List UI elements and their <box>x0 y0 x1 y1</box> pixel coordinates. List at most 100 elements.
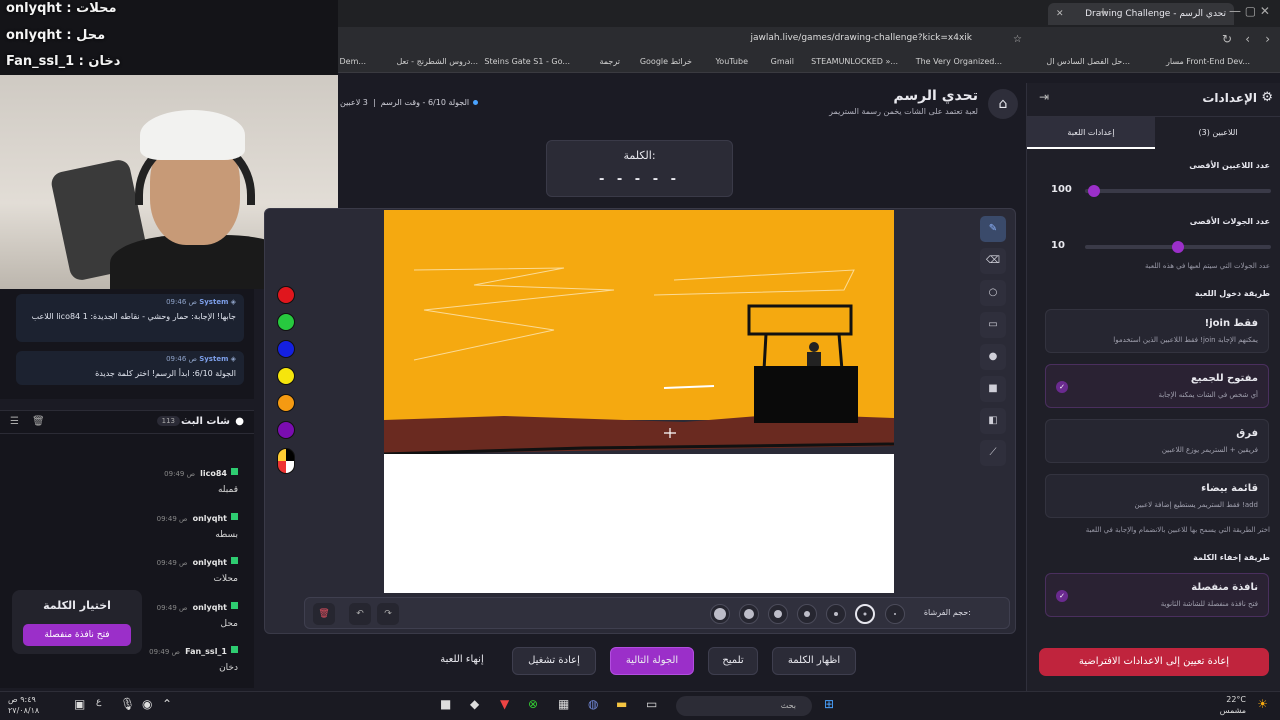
microphone-icon[interactable]: 🎙 <box>120 697 135 711</box>
bookmark-item[interactable]: دروس الشطرنج - تعل... <box>396 57 478 66</box>
color-picker[interactable] <box>277 448 295 474</box>
bookmark-item[interactable]: مسار Front-End Dev... <box>1166 57 1250 66</box>
check-icon: ✓ <box>1056 590 1068 602</box>
url-field[interactable]: jawlah.live/games/drawing-challenge?kick… <box>750 33 972 43</box>
reveal-word-button[interactable]: اظهار الكلمة <box>772 647 856 675</box>
tab-players[interactable]: اللاعبين (3) <box>1155 117 1280 149</box>
app-icon[interactable]: ■ <box>440 697 451 711</box>
chat-message: 09:49 ص onlyqht بسطه <box>128 506 238 540</box>
forward-icon[interactable]: ‹ <box>1245 32 1250 46</box>
color-orange[interactable] <box>277 394 295 412</box>
round-status: الجولة 6/10 - وقت الرسم <box>380 98 470 107</box>
language-icon[interactable]: ع <box>96 697 101 707</box>
entry-option-teams[interactable]: فرق فريقين + الستريمر يوزع اللاعبين <box>1045 419 1269 463</box>
bookmark-item[interactable]: Gmail <box>771 57 794 66</box>
filled-circle-icon[interactable]: ● <box>980 344 1006 370</box>
option-desc: فقط الستريمر يستطيع إضافة لاعبين !add <box>1134 501 1258 509</box>
file-explorer-icon[interactable]: ▬ <box>616 697 627 711</box>
kick-badge-icon <box>231 513 238 520</box>
bookmark-item[interactable]: The Very Organized... <box>916 57 1002 66</box>
menu-icon[interactable]: ☰ <box>10 416 19 427</box>
filled-rectangle-icon[interactable]: ■ <box>980 376 1006 402</box>
bookmark-item[interactable]: Steins Gate S1 - Go... <box>484 57 570 66</box>
entry-option-join[interactable]: !join فقط فقط اللاعبين الذين استخدموا !j… <box>1045 309 1269 353</box>
max-players-slider[interactable] <box>1085 185 1271 197</box>
pencil-icon[interactable]: ✎ <box>980 216 1006 242</box>
entry-option-open[interactable]: ✓ مفتوح للجميع أي شخص في الشات يمكنه الإ… <box>1045 364 1269 408</box>
redo-button[interactable]: ↷ <box>377 603 399 625</box>
clock-date: ٢٧/٠٨/١٨ <box>8 706 40 715</box>
clear-canvas-button[interactable]: 🗑 <box>313 603 335 625</box>
back-icon[interactable]: › <box>1265 32 1270 46</box>
brush-size-option[interactable] <box>739 604 759 624</box>
task-view-icon[interactable]: ▭ <box>646 697 657 711</box>
reload-icon[interactable]: ↻ <box>1222 32 1232 46</box>
fill-bucket-icon[interactable]: ◧ <box>980 408 1006 434</box>
end-game-button[interactable]: إنهاء اللعبة <box>424 647 500 675</box>
reset-defaults-button[interactable]: إعادة تعيين إلى الاعدادات الافتراضية <box>1039 648 1269 676</box>
message-user: onlyqht <box>192 558 227 567</box>
tab-drawing-challenge[interactable]: ✕ Drawing Challenge - تحدي الرسم <box>1048 3 1234 25</box>
overlay-line: onlyqht : محلات <box>6 1 117 16</box>
system-message: 09:46 ص System ◈ اللاعب lico84 جابها! ال… <box>16 294 244 342</box>
shield-icon: ◈ <box>230 298 236 306</box>
color-yellow[interactable] <box>277 367 295 385</box>
home-icon[interactable]: ⌂ <box>988 89 1018 119</box>
line-icon[interactable]: ⟋ <box>980 440 1006 466</box>
trash-icon[interactable]: 🗑 <box>32 416 45 427</box>
chevron-up-icon[interactable]: ⌃ <box>162 697 172 711</box>
color-green[interactable] <box>277 313 295 331</box>
rounds-hint: عدد الجولات التي سيتم لعبها في هذه اللعب… <box>1145 262 1270 270</box>
collapse-panel-icon[interactable]: ⇥ <box>1039 90 1049 104</box>
circle-icon[interactable]: ○ <box>980 280 1006 306</box>
hide-option-separate-window[interactable]: ✓ نافذة منفصلة فتح نافذة منفصلة للشاشة ا… <box>1045 573 1269 617</box>
undo-button[interactable]: ↶ <box>349 603 371 625</box>
color-blue[interactable] <box>277 340 295 358</box>
brush-size-option[interactable] <box>885 604 905 624</box>
entry-option-whitelist[interactable]: قائمة بيضاء فقط الستريمر يستطيع إضافة لا… <box>1045 474 1269 518</box>
clock: ٩:٤٩ ص ٢٧/٠٨/١٨ <box>8 694 39 716</box>
drawing-canvas[interactable] <box>384 210 894 593</box>
windows-start-icon[interactable]: ⊞ <box>824 697 834 711</box>
bookmark-item[interactable]: حل الفصل السادس ال... <box>1046 57 1130 66</box>
color-purple[interactable] <box>277 421 295 439</box>
color-red[interactable] <box>277 286 295 304</box>
taskbar-search[interactable]: بحث <box>676 696 812 716</box>
brush-size-option[interactable] <box>826 604 846 624</box>
slider-thumb[interactable] <box>1172 241 1184 253</box>
weather-widget[interactable]: 22°C مشمس <box>1220 694 1246 716</box>
bookmark-item[interactable]: Google خرائط <box>640 57 692 66</box>
open-separate-window-button[interactable]: فتح نافذة منفصلة <box>23 624 131 646</box>
word-pick-card: اختيار الكلمة فتح نافذة منفصلة <box>12 590 142 654</box>
bookmark-item[interactable]: YouTube <box>715 57 748 66</box>
message-text: محلات <box>213 574 238 584</box>
chrome-tray-icon[interactable]: ◉ <box>142 697 152 711</box>
word-mask: - - - - - <box>598 172 681 187</box>
new-tab-button[interactable]: + <box>1098 5 1108 19</box>
bookmark-item[interactable]: ترجمة <box>600 57 621 66</box>
tray-icon[interactable]: ▣ <box>74 697 85 711</box>
bookmark-item[interactable]: STEAMUNLOCKED »... <box>811 57 898 66</box>
game-subtitle: لعبة تعتمد على الشات يخمن رسمة الستريمر <box>829 107 978 116</box>
bookmark-icon[interactable]: ☆ <box>1013 34 1022 45</box>
brush-size-option-selected[interactable] <box>855 604 875 624</box>
window-controls[interactable]: — ▢ ✕ <box>1229 4 1270 18</box>
brave-icon[interactable]: ▼ <box>500 697 509 711</box>
restart-button[interactable]: إعادة تشغيل <box>512 647 596 675</box>
tab-game-settings[interactable]: إعدادات اللعبة <box>1027 117 1155 149</box>
brush-size-option[interactable] <box>768 604 788 624</box>
max-players-value: 100 <box>1051 184 1072 195</box>
brush-size-option[interactable] <box>797 604 817 624</box>
teams-icon[interactable]: ◆ <box>470 697 479 711</box>
slider-thumb[interactable] <box>1088 185 1101 197</box>
rectangle-icon[interactable]: ▭ <box>980 312 1006 338</box>
brush-size-option[interactable] <box>710 604 730 624</box>
eraser-icon[interactable]: ⌫ <box>980 248 1006 274</box>
max-rounds-slider[interactable] <box>1085 241 1271 253</box>
next-round-button[interactable]: الجولة التالية <box>610 647 694 675</box>
discord-icon[interactable]: ◍ <box>588 697 598 711</box>
close-tab-icon[interactable]: ✕ <box>1056 9 1064 19</box>
hint-button[interactable]: تلميح <box>708 647 758 675</box>
xbox-icon[interactable]: ⊗ <box>528 697 538 711</box>
calculator-icon[interactable]: ▦ <box>558 697 569 711</box>
